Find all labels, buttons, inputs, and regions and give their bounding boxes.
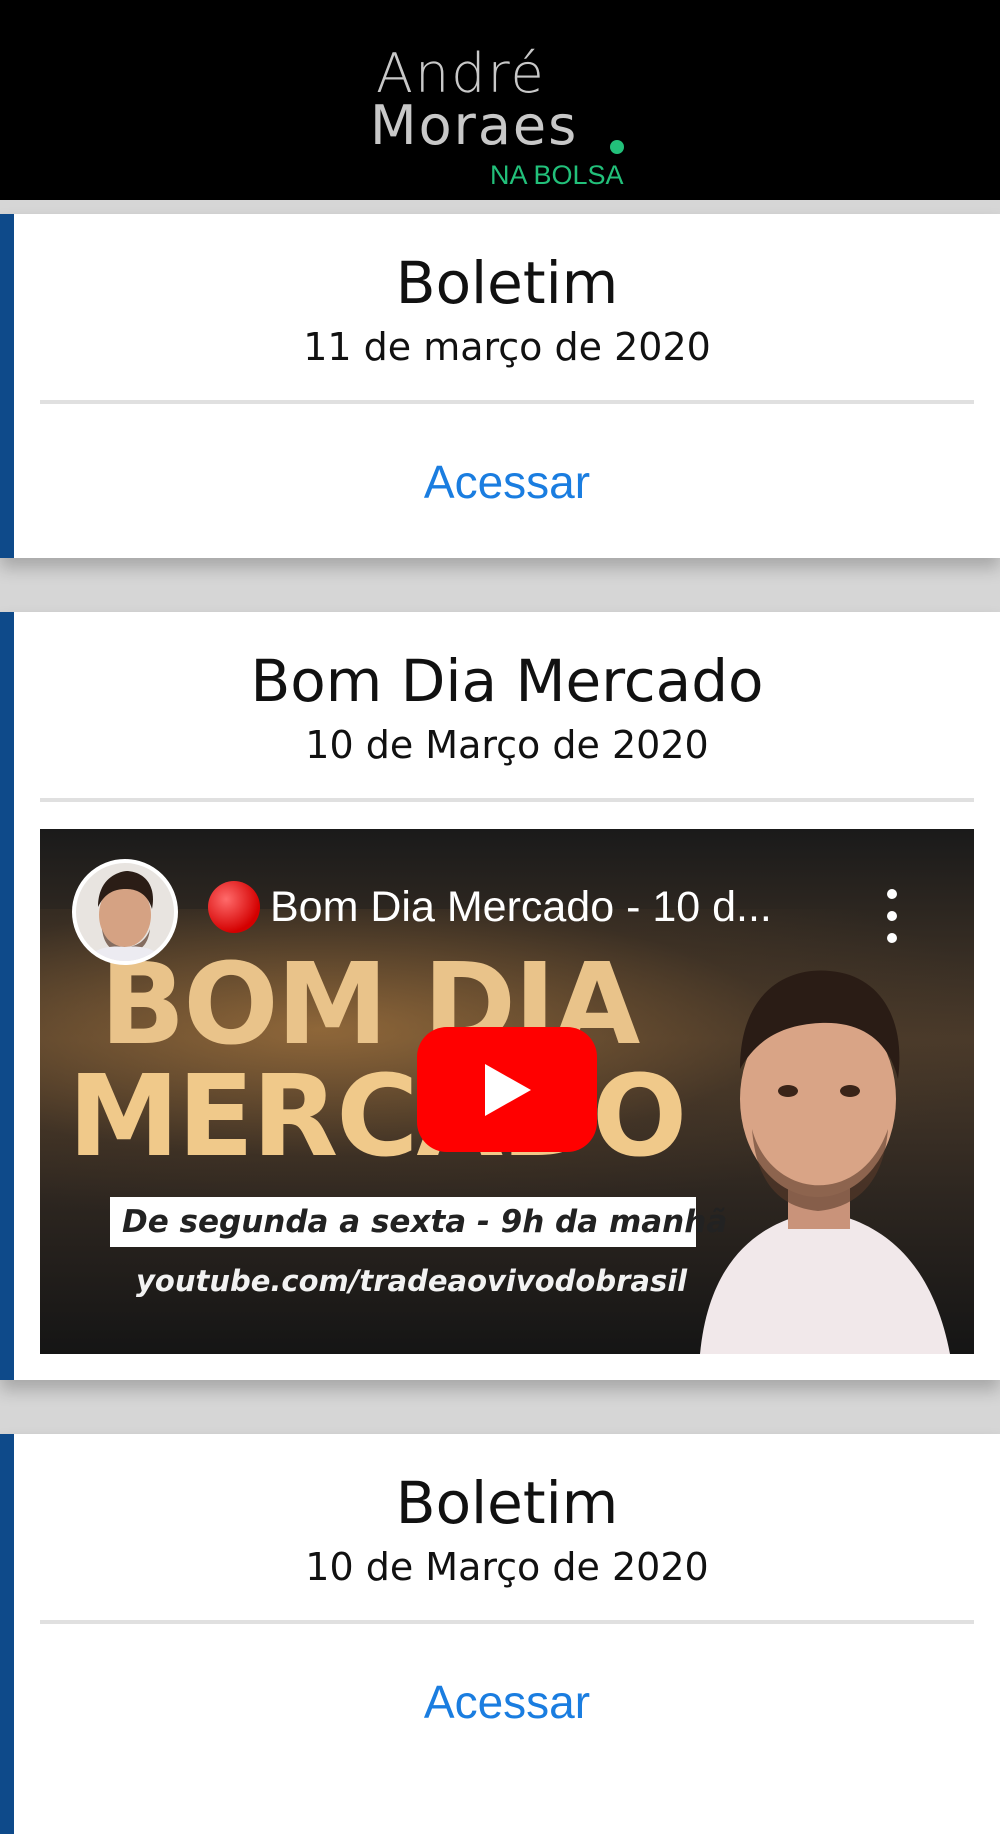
brand-logo[interactable]: André Moraes NA BOLSA (370, 44, 640, 194)
presenter-photo (700, 970, 950, 1354)
video-title-text: Bom Dia Mercado - 10 d... (270, 883, 772, 931)
logo-tagline: NA BOLSA (490, 160, 624, 190)
card-divider (40, 400, 974, 404)
card-date: 10 de Março de 2020 (305, 723, 709, 767)
more-vertical-icon[interactable] (872, 887, 912, 947)
card-date: 10 de Março de 2020 (305, 1545, 709, 1589)
card-accent-bar (0, 1434, 14, 1834)
youtube-play-icon[interactable] (417, 1027, 597, 1152)
logo-name-last: Moraes (370, 94, 579, 157)
card-date: 11 de março de 2020 (303, 325, 711, 369)
channel-avatar[interactable] (72, 859, 178, 965)
card-accent-bar (0, 214, 14, 558)
post-card-boletim: Boletim 11 de março de 2020 Acessar (0, 214, 1000, 558)
card-divider (40, 798, 974, 802)
card-title: Boletim (395, 1469, 619, 1537)
card-title: Boletim (395, 249, 619, 317)
card-title: Bom Dia Mercado (250, 647, 764, 715)
card-divider (40, 1620, 974, 1624)
live-indicator-icon (208, 881, 260, 933)
app-header: André Moraes NA BOLSA (0, 0, 1000, 200)
post-card-boletim: Boletim 10 de Março de 2020 Acessar (0, 1434, 1000, 1834)
youtube-embed[interactable]: BOM DIA MERCADO De segunda a sexta - 9h … (40, 829, 974, 1354)
access-link[interactable]: Acessar (14, 454, 1000, 510)
logo-dot-icon (610, 140, 624, 154)
thumbnail-schedule: De segunda a sexta - 9h da manhã (110, 1197, 727, 1247)
video-title[interactable]: Bom Dia Mercado - 10 d... (208, 881, 772, 933)
card-accent-bar (0, 612, 14, 1380)
access-link[interactable]: Acessar (14, 1674, 1000, 1730)
thumbnail-url: youtube.com/tradeaovivodobrasil (136, 1264, 688, 1298)
